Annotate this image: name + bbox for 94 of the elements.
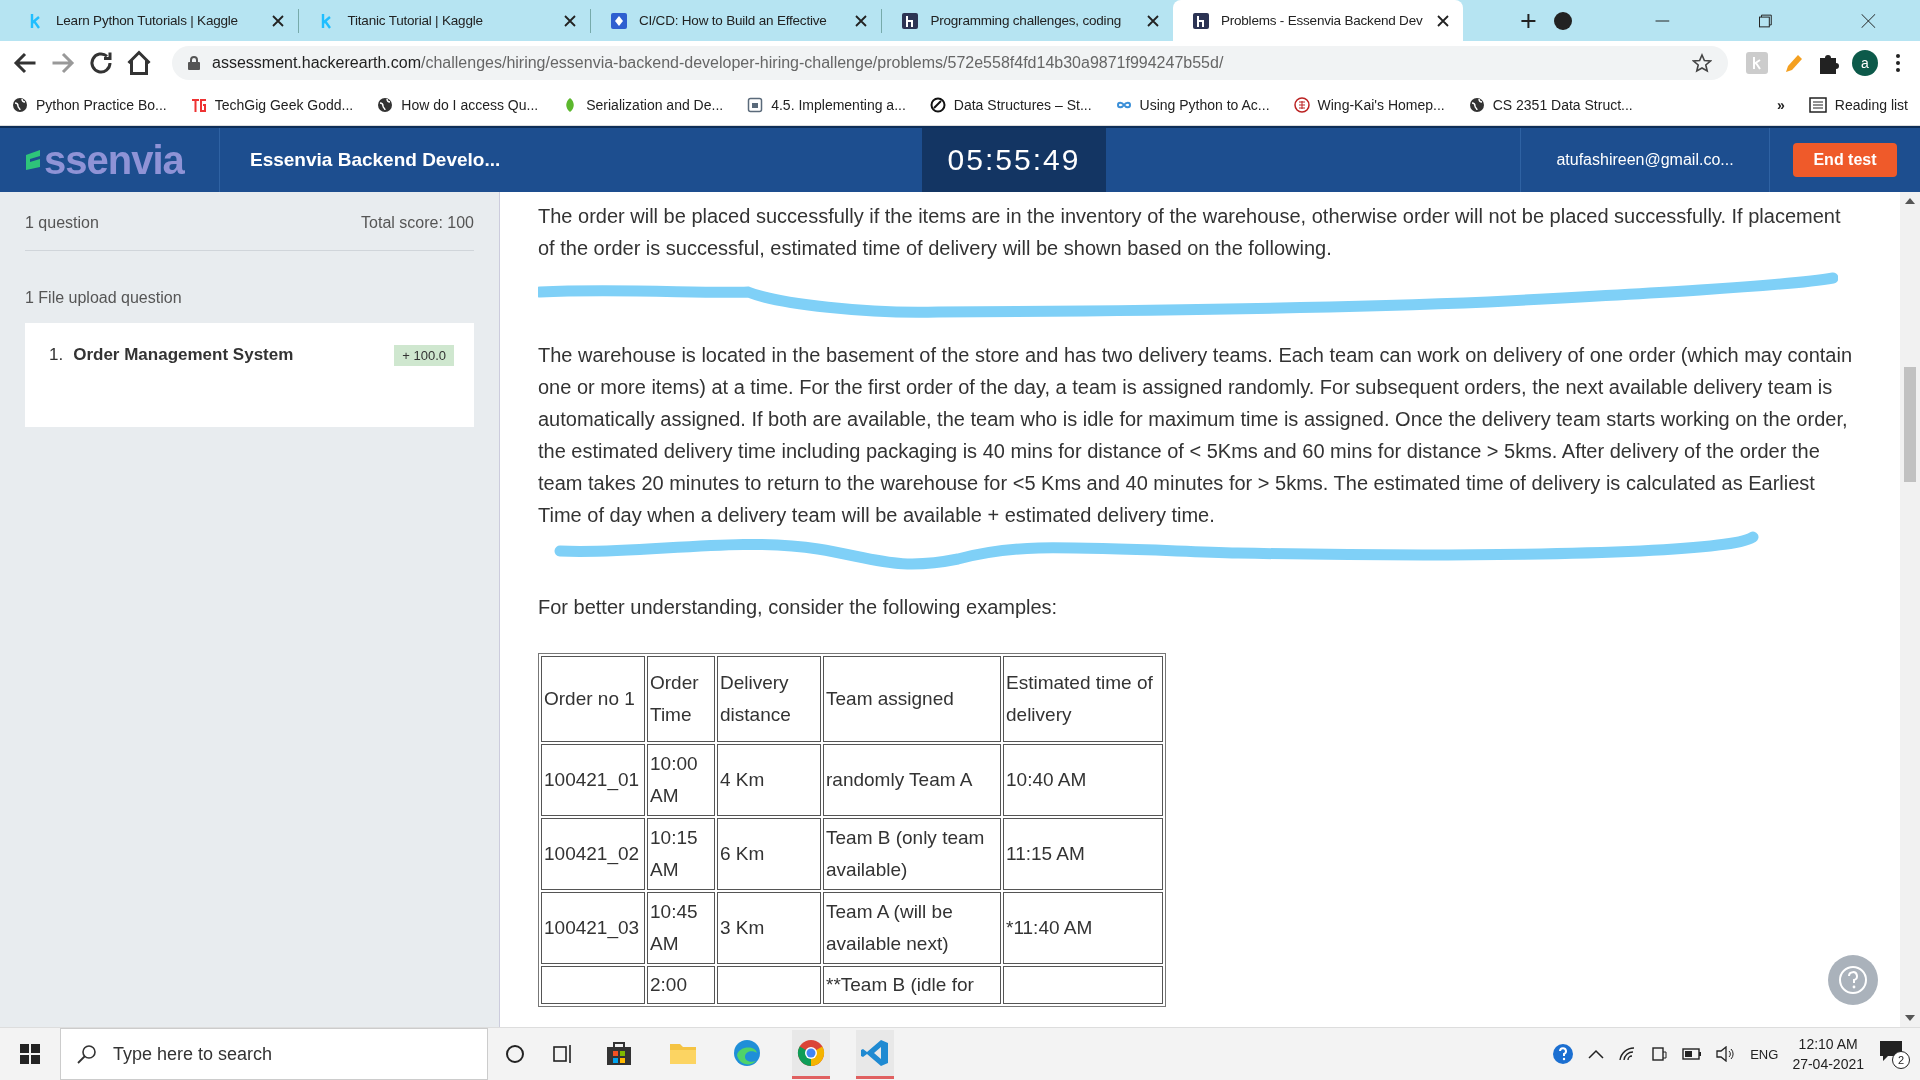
device-icon[interactable]: [1650, 1046, 1669, 1062]
notification-count: 2: [1892, 1051, 1910, 1069]
table-cell: 10:15 AM: [647, 818, 715, 890]
score-badge: + 100.0: [394, 345, 454, 366]
seal-icon: [1293, 97, 1310, 113]
language-indicator[interactable]: ENG: [1750, 1046, 1779, 1062]
wave-browser-icon[interactable]: [733, 1038, 761, 1067]
paragraph: The order will be placed successfully if the items are in the inventory of the warehouse, otherwise order will not be placed successfully. If placement of the order is successful, estimated time of delivery will be shown based on the following.: [538, 204, 1842, 261]
letter-h-icon: [902, 12, 919, 29]
clock[interactable]: 12:10 AM 27-04-2021: [1792, 1034, 1864, 1074]
reading-list-button[interactable]: Reading list: [1808, 96, 1908, 114]
notifications-button[interactable]: 2: [1878, 1039, 1908, 1069]
column-header: Order no 1: [541, 656, 645, 742]
bookmark[interactable]: 4.5. Implementing a...: [747, 97, 906, 113]
table-cell: **Team B (idle for: [823, 966, 1001, 1004]
question-title: Order Management System: [73, 345, 294, 365]
section-heading: 1 File upload question: [25, 289, 183, 307]
scroll-up-arrow-icon[interactable]: [1905, 198, 1915, 204]
column-header: Team assigned: [823, 656, 1001, 742]
close-icon[interactable]: [1437, 14, 1450, 27]
table-cell: randomly Team A: [823, 744, 1001, 816]
search-icon: [77, 1044, 97, 1064]
code-editor-icon[interactable]: [861, 1038, 889, 1067]
bookmark[interactable]: TechGig Geek Godd...: [190, 97, 354, 113]
help-icon[interactable]: [1552, 1043, 1575, 1065]
browser-tab[interactable]: Titanic Tutorial | Kaggle: [299, 0, 590, 41]
circle-icon[interactable]: [504, 1043, 526, 1065]
bookmark[interactable]: Python Practice Bo...: [12, 97, 167, 113]
table-cell: 6 Km: [717, 818, 821, 890]
table-cell: 100421_03: [541, 892, 645, 964]
list-icon: [1808, 96, 1827, 114]
battery-icon[interactable]: [1682, 1048, 1703, 1060]
column-header: Order Time: [647, 656, 715, 742]
bookmark[interactable]: How do I access Qu...: [377, 97, 539, 113]
bookmark[interactable]: Wing-Kai's Homep...: [1293, 97, 1445, 113]
browser-tab[interactable]: CI/CD: How to Build an Effective: [590, 0, 882, 41]
table-cell: 100421_02: [541, 818, 645, 890]
scrollbar-thumb[interactable]: [1904, 367, 1916, 482]
bookmark[interactable]: CS 2351 Data Struct...: [1468, 97, 1633, 113]
profile-avatar[interactable]: a: [1852, 50, 1878, 76]
browser-tab[interactable]: Problems - Essenvia Backend Dev: [1172, 0, 1464, 41]
table-cell: 4 Km: [717, 744, 821, 816]
close-icon[interactable]: [855, 14, 868, 27]
table-cell: Team A (will be available next): [823, 892, 1001, 964]
paragraph: The warehouse is located in the basement of the store and has two delivery teams. Each team can work on delivery of one order (which may contain one or more items) at a time. For the first order of the day, a team is assigned randomly. For subsequent orders, the next available delivery team is automatically assigned. If both are available, the team who is idle for maximum time is assigned. Once the delivery team starts working on the order, the estimated delivery time including packaging is 40 mins for distance of < 5Kms and 60 mins for distance > 5kms. After delivery of the order the team takes 20 minutes to return to the warehouse for <5 Kms and 40 minutes for > 5kms. The estimated time of delivery is calculated as Earliest Time of day when a delivery team will be available + estimated delivery time.: [538, 343, 1854, 528]
close-icon[interactable]: [272, 14, 285, 27]
table-cell: 3 Km: [717, 892, 821, 964]
question-mark-icon: [1838, 965, 1868, 995]
browser-tab[interactable]: Learn Python Tutorials | Kaggle: [8, 0, 299, 41]
question-number: 1.: [49, 345, 64, 365]
bookmark[interactable]: Using Python to Ac...: [1115, 97, 1270, 113]
tab-search-icon[interactable]: [1554, 11, 1572, 30]
browser-tab[interactable]: Programming challenges, coding: [882, 0, 1173, 41]
chrome-icon[interactable]: [797, 1038, 825, 1067]
tg-logo-icon: [190, 97, 207, 113]
bookmark[interactable]: Serialization and De...: [562, 97, 724, 113]
scroll-down-arrow-icon[interactable]: [1905, 1015, 1915, 1021]
countdown-timer: 05:55:49: [922, 128, 1106, 192]
close-icon[interactable]: [563, 14, 576, 27]
table-cell: 10:45 AM: [647, 892, 715, 964]
windows-start-icon[interactable]: [20, 1044, 40, 1064]
table-cell: 10:00 AM: [647, 744, 715, 816]
question-count: 1 question: [25, 214, 99, 232]
user-email: atufashireen@gmail.co...: [1520, 128, 1770, 192]
table-cell: 11:15 AM: [1003, 818, 1163, 890]
scrollbar[interactable]: [1900, 192, 1920, 1027]
globe-icon: [12, 97, 28, 113]
ring-icon: [929, 97, 946, 113]
letter-h-icon: [1192, 12, 1209, 29]
close-icon[interactable]: [1146, 14, 1159, 27]
task-view-icon[interactable]: [552, 1043, 574, 1065]
star-icon[interactable]: [1692, 53, 1712, 73]
paragraph: For better understanding, consider the following examples:: [538, 595, 1059, 620]
total-score: Total score: 100: [361, 214, 474, 232]
wifi-icon[interactable]: [1618, 1046, 1637, 1062]
lock-icon: [188, 56, 200, 70]
document-icon: [747, 97, 764, 113]
chevron-up-icon[interactable]: [1588, 1049, 1605, 1059]
table-cell: 100421_01: [541, 744, 645, 816]
globe-icon: [1468, 97, 1485, 113]
speaker-icon[interactable]: [1716, 1046, 1737, 1062]
test-title: Essenvia Backend Develo...: [249, 148, 502, 172]
bookmark[interactable]: Data Structures – St...: [929, 97, 1092, 113]
question-card[interactable]: 1. Order Management System + 100.0: [25, 323, 474, 427]
address-bar[interactable]: assessment.hackerearth.com/challenges/hiring/essenvia-backend-developer-hiring-challenge/problems/572e558f4fd14b30a9871f994247b55d/: [172, 46, 1728, 80]
table-cell: 10:40 AM: [1003, 744, 1163, 816]
globe-icon: [377, 97, 394, 113]
taskbar-search-field[interactable]: Type here to search: [60, 1028, 488, 1080]
table-cell: Team B (only team available): [823, 818, 1001, 890]
column-header: Delivery distance: [717, 656, 821, 742]
table-cell: 2:00: [647, 966, 715, 1004]
more-bookmarks[interactable]: »: [1777, 97, 1785, 113]
table-cell: *11:40 AM: [1003, 892, 1163, 964]
column-header: Estimated time of delivery: [1003, 656, 1163, 742]
